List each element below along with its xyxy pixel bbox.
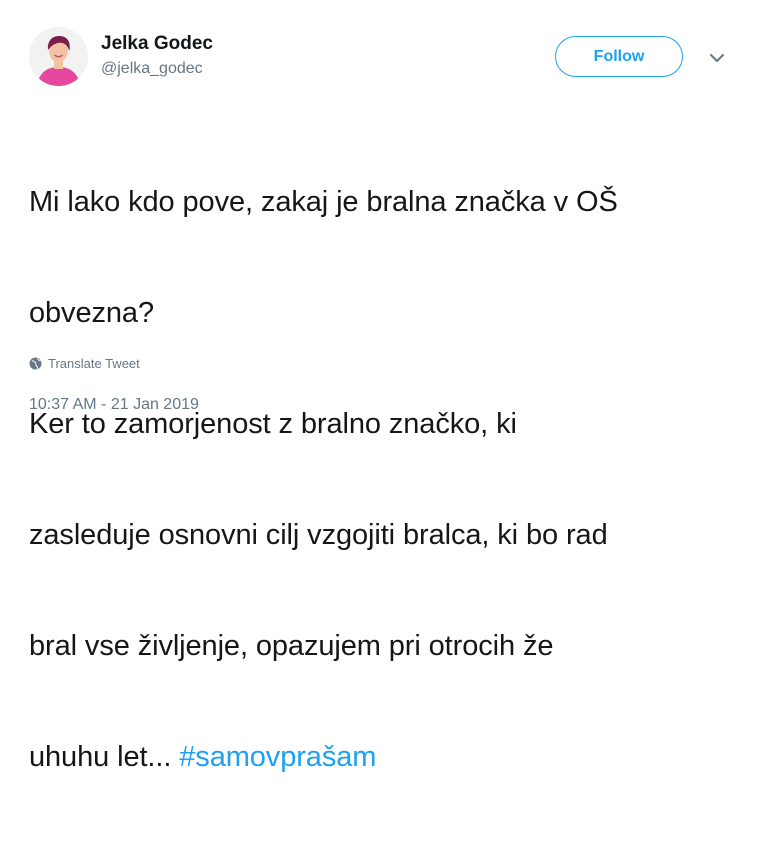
avatar[interactable] xyxy=(29,27,88,86)
tweet-text-line: obvezna? xyxy=(29,297,154,329)
tweet-text-line: uhuhu let... xyxy=(29,741,180,773)
tweet-card: Jelka Godec @jelka_godec Follow Mi lako … xyxy=(0,0,771,773)
tweet-text-last-line: uhuhu let... #samovprašam xyxy=(29,739,744,776)
chevron-down-icon[interactable] xyxy=(707,51,727,65)
follow-button[interactable]: Follow xyxy=(555,36,683,77)
globe-icon xyxy=(29,357,42,370)
profile-photo-icon xyxy=(29,27,88,86)
tweet-text-line: zasleduje osnovni cilj vzgojiti bralca, … xyxy=(29,519,608,551)
tweet-timestamp[interactable]: 10:37 AM - 21 Jan 2019 xyxy=(29,396,199,414)
tweet-text: Mi lako kdo pove, zakaj je bralna značka… xyxy=(29,110,744,848)
tweet-text-line: Mi lako kdo pove, zakaj je bralna značka… xyxy=(29,186,618,218)
author-name[interactable]: Jelka Godec xyxy=(101,33,213,55)
author-handle[interactable]: @jelka_godec xyxy=(101,60,203,78)
translate-tweet-link[interactable]: Translate Tweet xyxy=(29,356,140,371)
hashtag-link[interactable]: #samovprašam xyxy=(179,741,376,773)
tweet-text-line: bral vse življenje, opazujem pri otrocih… xyxy=(29,630,554,662)
translate-label: Translate Tweet xyxy=(48,356,140,371)
